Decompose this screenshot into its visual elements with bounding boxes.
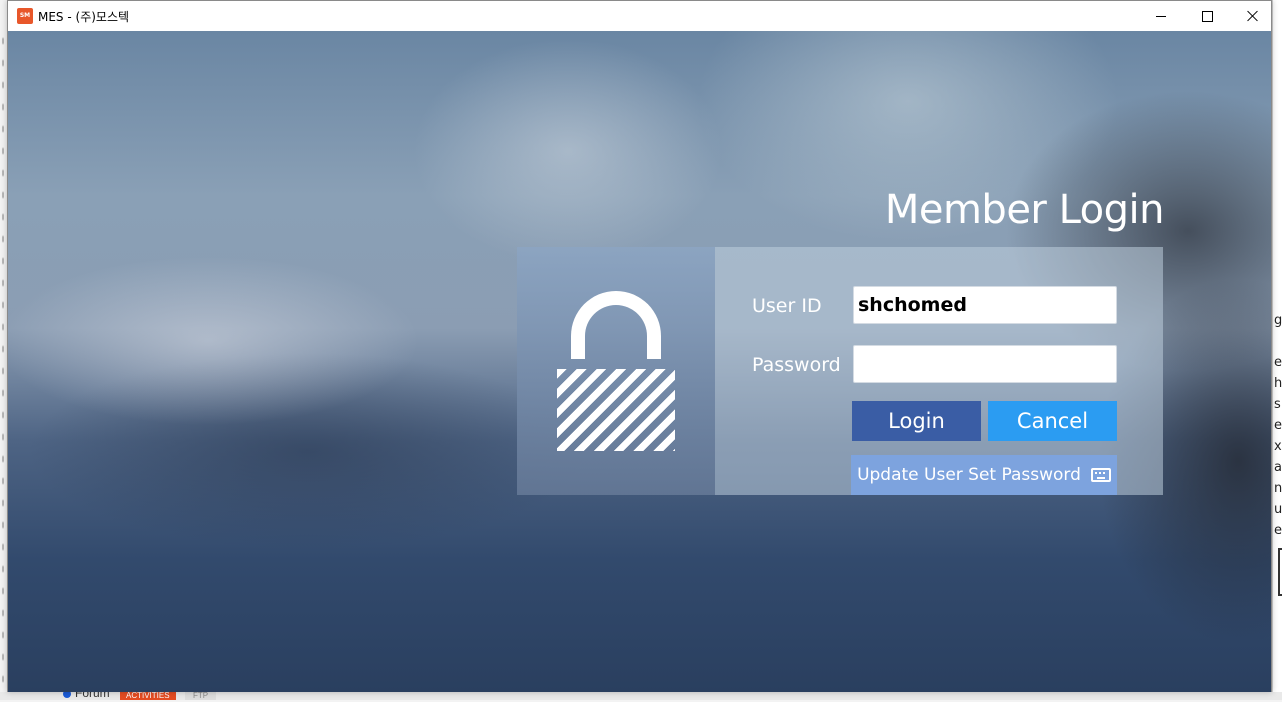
login-button[interactable]: Login <box>852 401 981 441</box>
app-logo-icon: SM <box>17 8 33 24</box>
update-password-label: Update User Set Password <box>857 465 1081 485</box>
password-input[interactable] <box>853 345 1117 383</box>
cancel-button[interactable]: Cancel <box>988 401 1117 441</box>
background-char: h <box>1274 376 1282 391</box>
close-icon <box>1247 10 1259 22</box>
title-bar[interactable]: SM MES - (주)모스텍 <box>8 1 1271 31</box>
maximize-button[interactable] <box>1184 1 1230 31</box>
background-char: a <box>1274 460 1282 475</box>
background-char: e <box>1274 523 1282 538</box>
maximize-icon <box>1201 10 1213 22</box>
update-password-button[interactable]: Update User Set Password <box>851 455 1117 495</box>
background-char: x <box>1274 439 1282 454</box>
lock-panel <box>517 247 715 495</box>
mes-window: SM MES - (주)모스텍 Member Login User ID Pas… <box>7 0 1272 692</box>
login-form: User ID Password Login Cancel Update Use… <box>715 247 1163 495</box>
login-screen: Member Login User ID Password Login Canc… <box>8 31 1271 692</box>
user-id-label: User ID <box>752 295 822 317</box>
user-id-input[interactable] <box>853 286 1117 324</box>
password-label: Password <box>752 354 841 376</box>
lock-icon <box>557 369 675 451</box>
minimize-button[interactable] <box>1138 1 1184 31</box>
background-box <box>1278 548 1282 596</box>
background-dots <box>0 30 6 690</box>
background-char: s <box>1274 397 1281 412</box>
page-title: Member Login <box>884 187 1165 233</box>
background-char: n <box>1274 481 1282 496</box>
close-button[interactable] <box>1230 1 1276 31</box>
minimize-icon <box>1156 15 1166 17</box>
background-char: u <box>1274 502 1282 517</box>
background-char: g <box>1274 313 1282 328</box>
keyboard-icon <box>1090 468 1111 482</box>
background-char: e <box>1274 355 1282 370</box>
window-title: MES - (주)모스텍 <box>38 10 130 24</box>
lock-icon-shackle <box>571 291 661 359</box>
background-char: e <box>1274 418 1282 433</box>
